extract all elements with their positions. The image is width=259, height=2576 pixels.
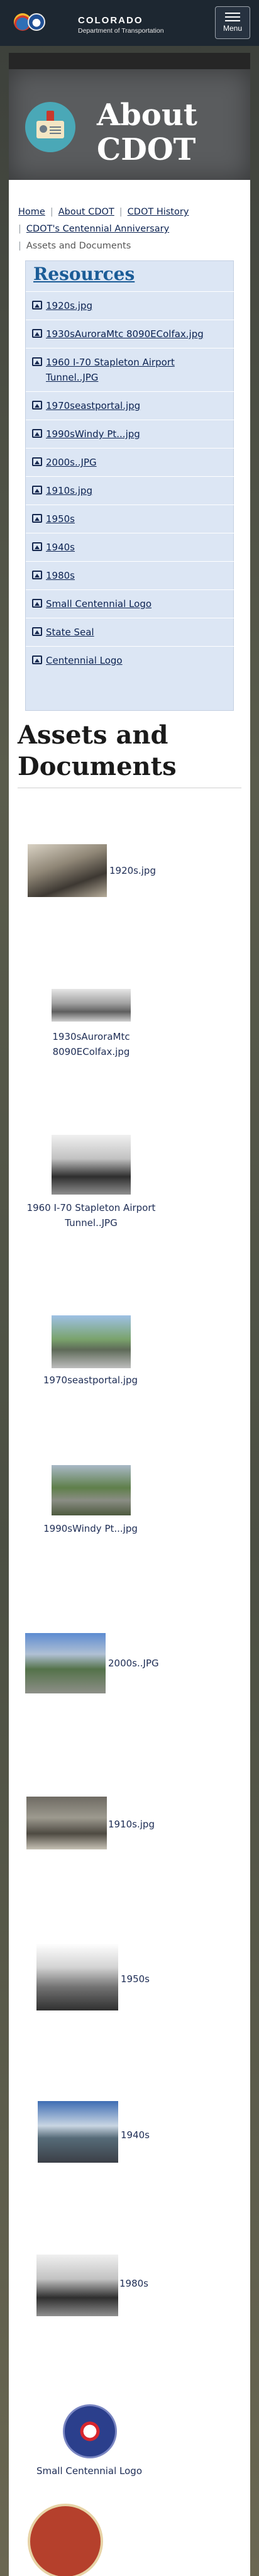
resource-item[interactable]: State Seal [26,618,234,646]
resource-item[interactable]: 1950s [26,505,234,533]
resource-link[interactable]: 1970seastportal.jpg [46,400,140,411]
breadcrumb-current: Assets and Documents [26,241,131,251]
resource-item[interactable]: 1930sAuroraMtc 8090EColfax.jpg [26,320,234,348]
resources-list: 1920s.jpg 1930sAuroraMtc 8090EColfax.jpg… [26,291,234,674]
resource-item[interactable]: 1920s.jpg [26,291,234,320]
image-icon [32,457,42,466]
asset-caption[interactable]: 1920s.jpg [109,863,156,878]
resource-link[interactable]: 1910s.jpg [46,485,92,496]
asset-thumbnail-1960[interactable] [52,1135,131,1195]
resource-link[interactable]: State Seal [46,627,94,638]
resource-link[interactable]: 1940s [46,542,75,553]
asset-caption[interactable]: Small Centennial Logo [18,2463,161,2478]
image-icon [32,655,42,664]
asset-caption[interactable]: 1970seastportal.jpg [34,1373,147,1388]
breadcrumb-about[interactable]: About CDOT [58,207,114,217]
image-icon [32,429,42,438]
breadcrumb-home[interactable]: Home [18,207,45,217]
cdot-seal-icon [28,13,45,31]
image-icon [32,301,42,309]
cdot-logo[interactable] [14,9,74,33]
image-icon [32,329,42,338]
id-badge-icon [25,102,75,152]
resource-item[interactable]: 1980s [26,561,234,589]
asset-thumbnail-1950s[interactable] [36,1944,118,2010]
asset-caption[interactable]: 1980s [119,2276,148,2291]
asset-thumbnail-1940s[interactable] [38,2101,118,2163]
resource-link[interactable]: 2000s..JPG [46,457,97,468]
image-icon [32,357,42,366]
menu-label: Menu [223,24,243,33]
image-icon [32,514,42,523]
resource-link[interactable]: 1990sWindy Pt...jpg [46,428,140,440]
page-title: About CDOT [97,98,197,167]
resource-item[interactable]: 2000s..JPG [26,448,234,476]
asset-thumbnail-1920s[interactable] [28,844,107,897]
breadcrumb-centennial[interactable]: CDOT's Centennial Anniversary [26,224,169,234]
resources-title[interactable]: Resources [33,264,135,284]
image-icon [32,599,42,608]
resource-item[interactable]: 1940s [26,533,234,561]
image-icon [32,486,42,494]
resource-item[interactable]: Small Centennial Logo [26,589,234,618]
resource-link[interactable]: 1920s.jpg [46,300,92,311]
asset-caption[interactable]: 1940s [121,2127,150,2143]
asset-thumbnail-2000s[interactable] [25,1633,106,1693]
asset-caption[interactable]: 1910s.jpg [108,1817,155,1832]
resource-item[interactable]: 1990sWindy Pt...jpg [26,420,234,448]
resource-link[interactable]: 1930sAuroraMtc 8090EColfax.jpg [46,328,204,340]
asset-thumbnail-1970s[interactable] [52,1315,131,1368]
site-header: COLORADO Department of Transportation Me… [0,0,259,46]
brand-name[interactable]: COLORADO [78,15,143,26]
centennial-logo-icon[interactable] [63,2404,117,2458]
state-seal-icon[interactable] [28,2504,103,2576]
image-icon [32,571,42,579]
menu-button[interactable]: Menu [215,6,250,39]
asset-thumbnail-1980s[interactable] [36,2255,118,2316]
section-title: Assets and Documents [18,720,177,781]
resource-item[interactable]: Centennial Logo [26,646,234,674]
resource-link[interactable]: Centennial Logo [46,655,123,666]
asset-caption[interactable]: 1950s [121,1971,150,1987]
breadcrumb: Home | About CDOT | CDOT History | CDOT's Cen… [18,207,189,251]
resource-item[interactable]: 1910s.jpg [26,476,234,505]
resource-link[interactable]: 1950s [46,513,75,525]
resource-item[interactable]: 1970seastportal.jpg [26,391,234,420]
asset-caption[interactable]: 2000s..JPG [108,1656,159,1671]
asset-caption[interactable]: 1990sWindy Pt...jpg [34,1521,147,1536]
asset-thumbnail-1930s[interactable] [52,989,131,1022]
breadcrumb-history[interactable]: CDOT History [128,207,189,217]
resources-box: Resources 1920s.jpg 1930sAuroraMtc 8090E… [25,260,234,711]
resource-link[interactable]: Small Centennial Logo [46,598,152,610]
page-content: About CDOT Home | About CDOT | CDOT History … [9,53,250,2576]
resource-item[interactable]: 1960 I-70 Stapleton Airport Tunnel..JPG [26,348,234,391]
image-icon [32,401,42,410]
resource-link[interactable]: 1960 I-70 Stapleton Airport Tunnel..JPG [46,357,175,383]
resource-link[interactable]: 1980s [46,570,75,581]
hero-inner: About CDOT [9,69,250,180]
asset-thumbnail-1910s[interactable] [26,1797,107,1849]
brand-subtitle[interactable]: Department of Transportation [78,27,164,35]
image-icon [32,627,42,636]
hero-banner: About CDOT [9,53,250,192]
asset-caption[interactable]: 1930sAuroraMtc 8090EColfax.jpg [38,1029,145,1059]
image-icon [32,542,42,551]
hamburger-icon [225,13,240,21]
asset-caption[interactable]: 1960 I-70 Stapleton Airport Tunnel..JPG [18,1200,165,1230]
asset-thumbnail-1990s[interactable] [52,1465,131,1515]
